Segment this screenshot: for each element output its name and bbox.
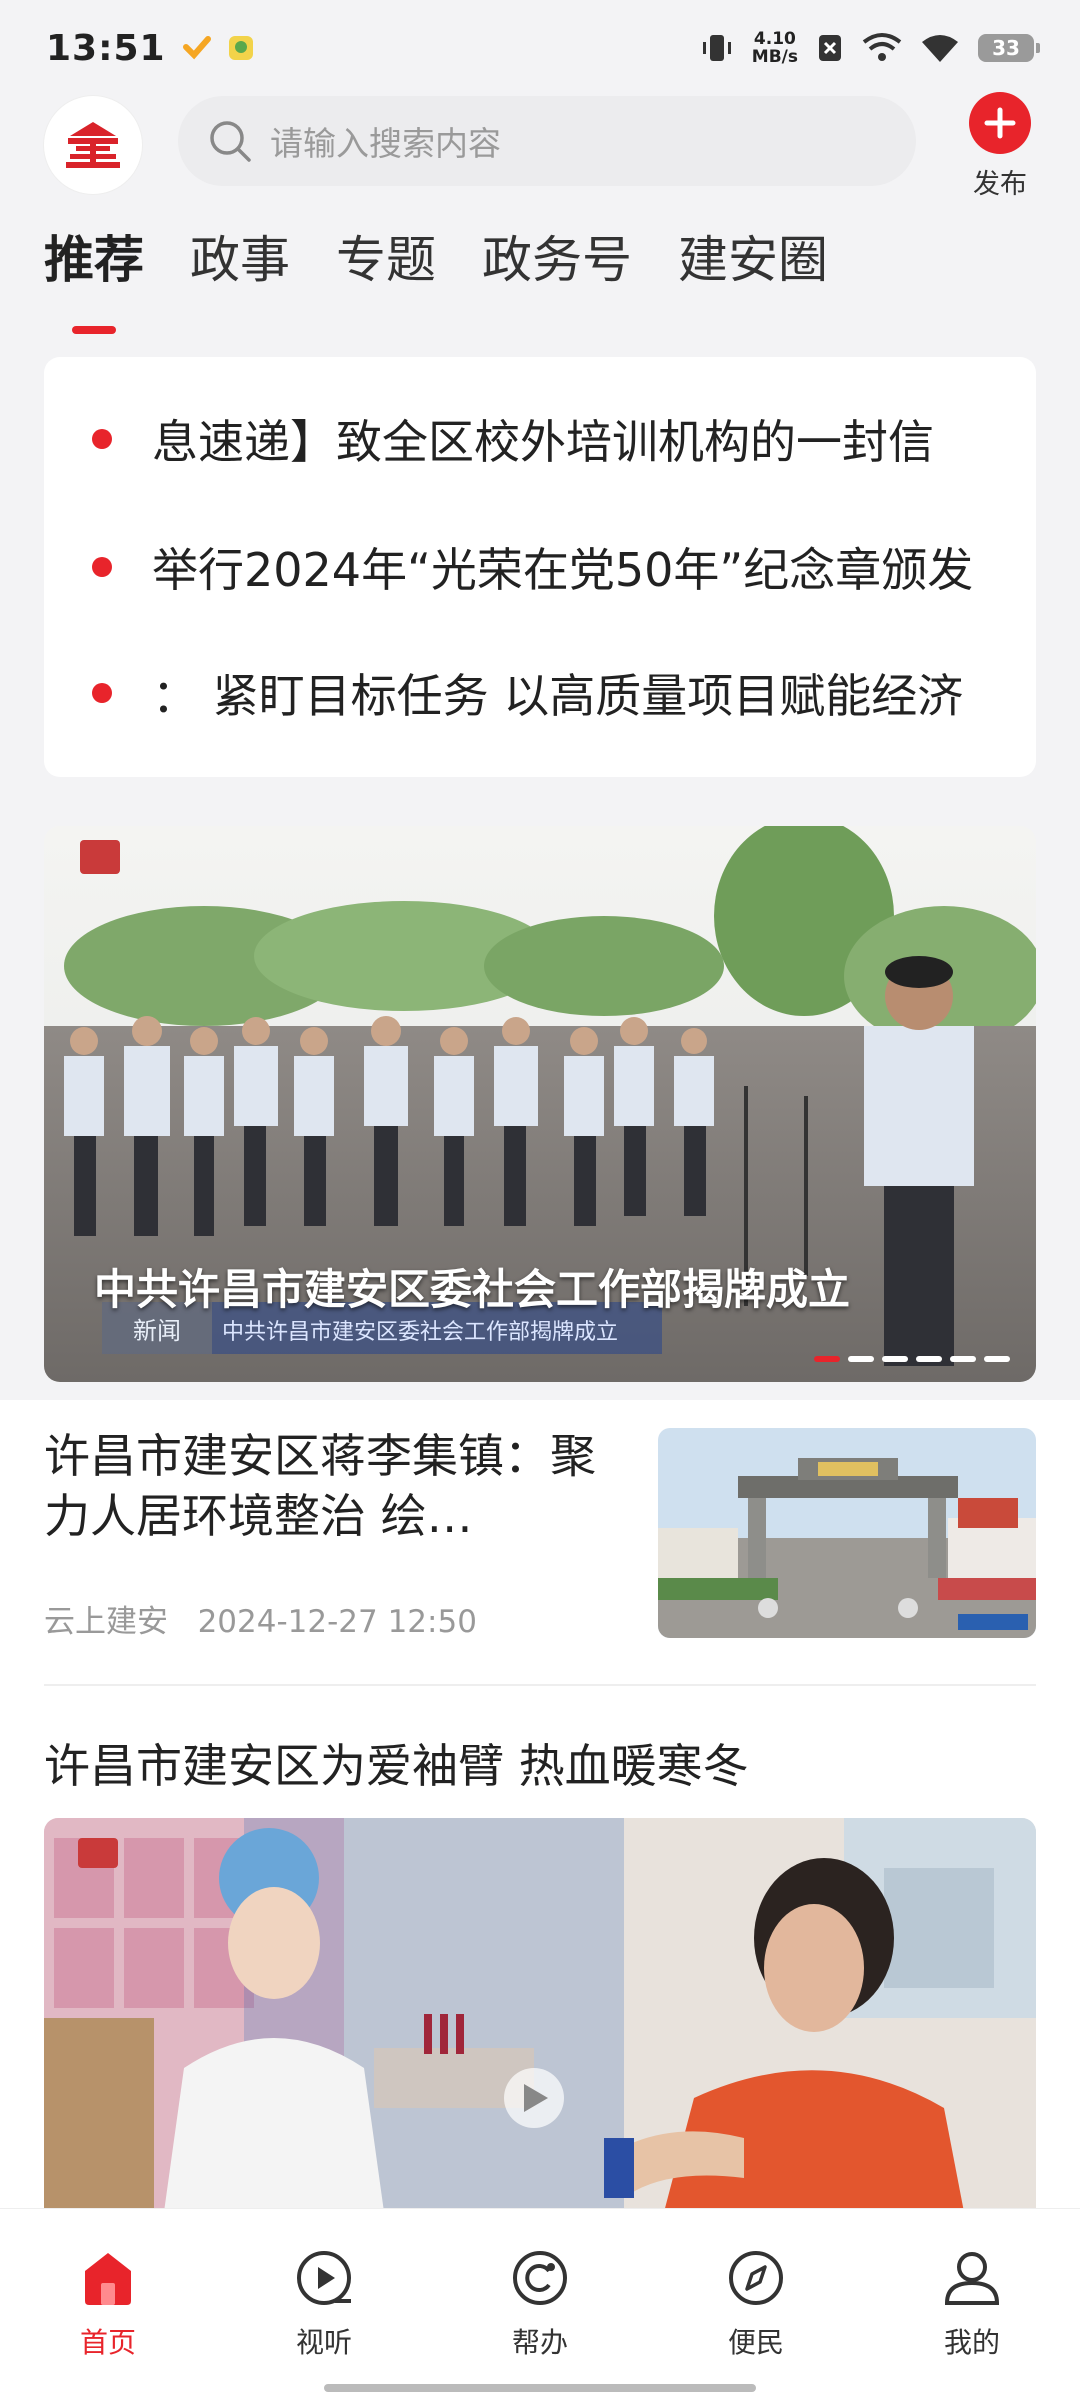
network-speed: 4.10 MB/s [751,29,798,67]
nav-help[interactable]: 帮办 [470,2249,610,2361]
ticker-headline: 息速递】致全区校外培训机构的一封信 [152,415,934,469]
carousel-caption: 中共许昌市建安区委社会工作部揭牌成立 [94,1265,851,1314]
search-placeholder: 请输入搜索内容 [270,124,501,163]
tab-jianan-circle[interactable]: 建安圈 [678,220,828,292]
news-time: 2024-12-27 12:50 [197,1604,477,1640]
vibrate-icon [702,35,731,61]
carousel-dot[interactable] [984,1356,1010,1362]
carousel-dot[interactable] [950,1356,976,1362]
battery-indicator: 33 [978,34,1040,62]
bullet-dot [92,683,112,703]
carousel-indicator [814,1356,1010,1362]
list-divider [44,1684,1036,1686]
tab-topics[interactable]: 专题 [336,220,436,292]
home-icon [85,2253,131,2305]
news-source: 云上建安 [44,1604,168,1640]
nav-services[interactable]: 便民 [686,2249,826,2361]
play-icon [297,2251,351,2305]
bottom-navigation: 首页 视听 帮办 便民 我的 [0,2208,1080,2400]
user-icon [944,2252,1000,2305]
nav-media[interactable]: 视听 [254,2249,394,2361]
app-logo[interactable] [44,96,142,194]
news-title[interactable]: 许昌市建安区蒋李集镇：聚力人居环境整治 绘… [44,1426,604,1546]
strip-caption: 中共许昌市建安区委社会工作部揭牌成立 [222,1320,619,1345]
news-list: 许昌市建安区蒋李集镇：聚力人居环境整治 绘… 云上建安 2024-12-27 1… [0,1400,1080,2212]
news-title[interactable]: 许昌市建安区为爱袖臂 热血暖寒冬 [44,1730,749,1796]
help-icon [513,2251,567,2305]
carousel-dot[interactable] [882,1356,908,1362]
publish-label: 发布 [973,169,1027,200]
news-meta: 云上建安 2024-12-27 12:50 [44,1596,477,1641]
carousel-dot[interactable] [916,1356,942,1362]
no-sim-icon [819,35,841,61]
nav-profile[interactable]: 我的 [902,2249,1042,2361]
tab-politics[interactable]: 政事 [190,220,290,292]
news-video-cover[interactable] [44,1818,1036,2212]
carousel-dot[interactable] [848,1356,874,1362]
logo-emblem-icon [66,122,120,168]
signal-icon [862,33,902,61]
news-thumbnail[interactable] [658,1428,1036,1638]
compass-icon [729,2251,783,2305]
category-tabs: 推荐 政事 专题 政务号 建安圈 [44,220,828,334]
tab-gov-accounts[interactable]: 政务号 [482,220,632,292]
notification-app-icon [182,36,211,60]
ticker-item[interactable]: 息速递】致全区校外培训机构的一封信 [44,399,1036,479]
app-header: 请输入搜索内容 发布 [0,92,1080,200]
search-input[interactable]: 请输入搜索内容 [178,96,916,186]
bullet-dot [92,429,112,449]
status-time: 13:51 [46,27,166,69]
plus-icon [969,92,1031,154]
ticker-item[interactable]: ： 紧盯目标任务 以高质量项目赋能经济 [44,653,1036,733]
publish-button[interactable]: 发布 [960,92,1040,201]
ticker-headline: 举行2024年“光荣在党50年”纪念章颁发 [152,543,974,597]
featured-carousel[interactable]: 新闻 中共许昌市建安区委社会工作部揭牌成立 中共许昌市建安区委社会工作部揭牌成立 [44,826,1036,1382]
wifi-icon [922,35,958,62]
headline-ticker: 息速递】致全区校外培训机构的一封信 举行2024年“光荣在党50年”纪念章颁发 … [44,357,1036,777]
tab-recommend[interactable]: 推荐 [44,220,144,334]
ticker-item[interactable]: 举行2024年“光荣在党50年”纪念章颁发 [44,527,1036,607]
carousel-dot[interactable] [814,1356,840,1362]
status-bar: 13:51 4.10 MB/s 33 [0,0,1080,96]
notification-app2-icon [228,36,253,60]
home-indicator[interactable] [324,2384,756,2392]
nav-home[interactable]: 首页 [38,2249,178,2361]
ticker-headline: ： 紧盯目标任务 以高质量项目赋能经济 [152,669,964,723]
bullet-dot [92,557,112,577]
search-icon [210,121,251,162]
